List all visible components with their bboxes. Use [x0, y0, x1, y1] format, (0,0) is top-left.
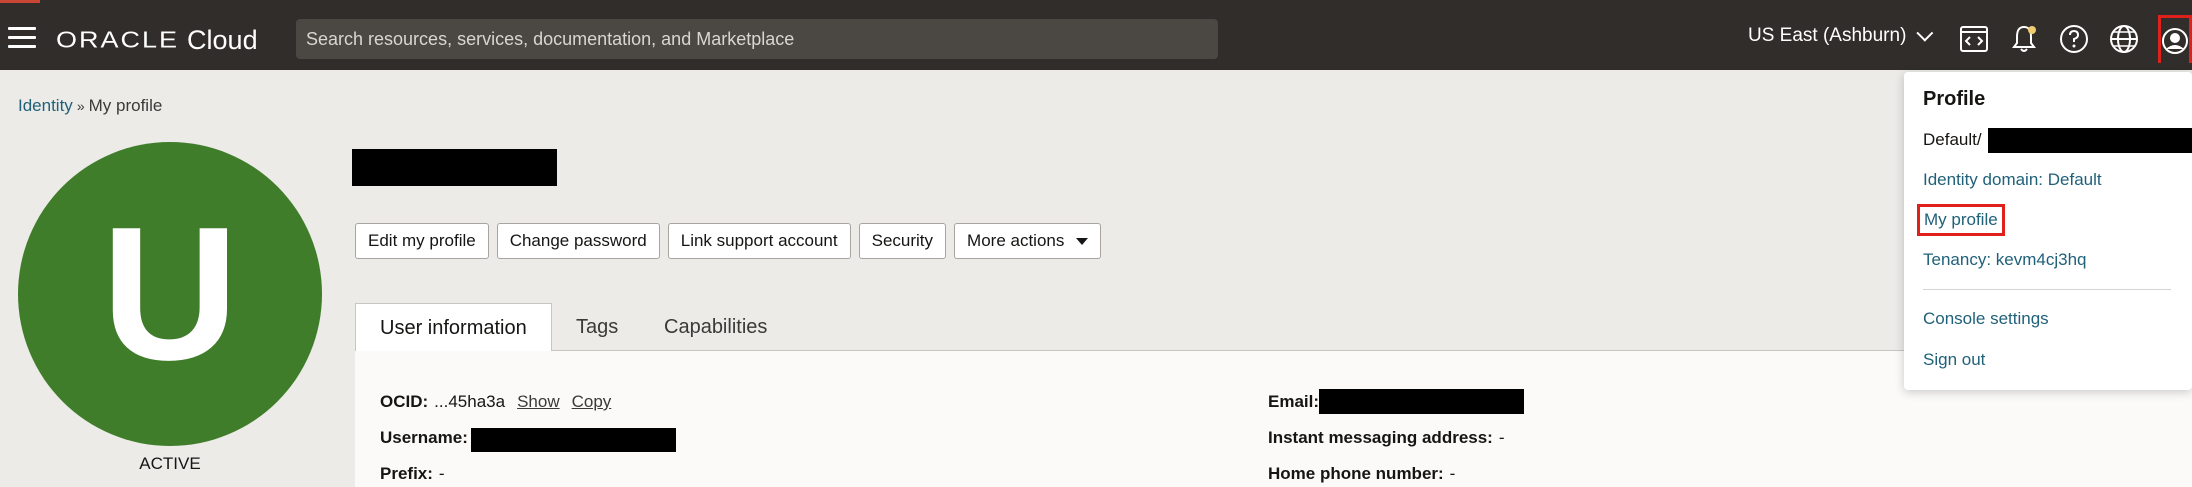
profile-dropdown-menu: Profile Default/ Identity domain: Defaul…	[1904, 72, 2192, 390]
hamburger-menu-icon[interactable]	[8, 27, 36, 49]
prefix-label: Prefix:	[380, 464, 433, 483]
profile-menu-default-user: Default/	[1923, 130, 1982, 150]
username-row: Username:	[380, 428, 474, 448]
ocid-value: ...45ha3a	[434, 392, 506, 411]
username-label: Username:	[380, 428, 468, 447]
breadcrumb: Identity» My profile	[18, 96, 162, 116]
profile-button[interactable]	[2158, 15, 2192, 63]
change-password-button[interactable]: Change password	[496, 223, 660, 259]
menu-divider	[1923, 289, 2171, 290]
action-button-bar: Edit my profile Change password Link sup…	[355, 223, 1102, 259]
top-navigation-bar: ORACLE Cloud Search resources, services,…	[0, 0, 2192, 70]
my-profile-link[interactable]: My profile	[1917, 204, 2005, 236]
identity-domain-link[interactable]: Identity domain: Default	[1923, 170, 2102, 190]
region-label: US East (Ashburn)	[1748, 25, 1907, 46]
home-phone-label: Home phone number:	[1268, 464, 1444, 483]
bell-notification-icon[interactable]	[2008, 23, 2040, 55]
link-support-account-button[interactable]: Link support account	[667, 223, 851, 259]
email-row: Email:	[1268, 392, 1325, 412]
console-settings-link[interactable]: Console settings	[1923, 309, 2049, 329]
ocid-show-link[interactable]: Show	[517, 392, 560, 412]
home-phone-value: -	[1449, 464, 1456, 483]
redacted-default-user	[1988, 128, 2192, 153]
user-avatar-icon	[2162, 27, 2188, 54]
search-input[interactable]: Search resources, services, documentatio…	[296, 19, 1218, 59]
redacted-user-name	[352, 149, 557, 186]
logo-oracle-text: ORACLE	[56, 27, 180, 53]
home-phone-row: Home phone number: -	[1268, 464, 1455, 484]
sign-out-link[interactable]: Sign out	[1923, 350, 1985, 370]
help-icon[interactable]	[2058, 23, 2090, 55]
user-avatar: U	[18, 142, 322, 446]
more-actions-label: More actions	[967, 231, 1065, 250]
ocid-row: OCID: ...45ha3a Show Copy	[380, 392, 611, 412]
top-accent-mark	[0, 0, 40, 3]
im-address-row: Instant messaging address: -	[1268, 428, 1505, 448]
caret-down-icon	[1076, 237, 1089, 245]
edit-profile-button[interactable]: Edit my profile	[355, 223, 489, 259]
oracle-cloud-logo[interactable]: ORACLE Cloud	[56, 25, 258, 55]
breadcrumb-identity-link[interactable]: Identity	[18, 96, 73, 115]
email-label: Email:	[1268, 392, 1320, 411]
breadcrumb-separator: »	[76, 98, 85, 114]
default-user-prefix: Default/	[1923, 130, 1982, 149]
profile-menu-title: Profile	[1923, 88, 1986, 110]
im-address-value: -	[1498, 428, 1505, 447]
breadcrumb-current: My profile	[88, 96, 163, 115]
ocid-label: OCID:	[380, 392, 429, 411]
code-editor-icon[interactable]	[1958, 23, 1990, 55]
tab-capabilities[interactable]: Capabilities	[664, 303, 767, 352]
globe-language-icon[interactable]	[2108, 23, 2140, 55]
region-selector[interactable]: US East (Ashburn)	[1748, 24, 1934, 47]
chevron-down-icon	[1916, 24, 1934, 42]
tab-tags[interactable]: Tags	[576, 303, 618, 352]
redacted-email	[1319, 389, 1524, 414]
logo-cloud-text: Cloud	[187, 25, 258, 55]
redacted-username	[471, 428, 676, 452]
security-button[interactable]: Security	[858, 223, 947, 259]
more-actions-button[interactable]: More actions	[954, 223, 1102, 259]
im-address-label: Instant messaging address:	[1268, 428, 1493, 447]
ocid-copy-link[interactable]: Copy	[572, 392, 612, 412]
tab-user-information[interactable]: User information	[355, 303, 552, 352]
avatar-initial: U	[101, 188, 239, 400]
prefix-row: Prefix: -	[380, 464, 445, 484]
tenancy-link[interactable]: Tenancy: kevm4cj3hq	[1923, 250, 2086, 270]
prefix-value: -	[438, 464, 445, 483]
status-label: ACTIVE	[139, 454, 201, 473]
